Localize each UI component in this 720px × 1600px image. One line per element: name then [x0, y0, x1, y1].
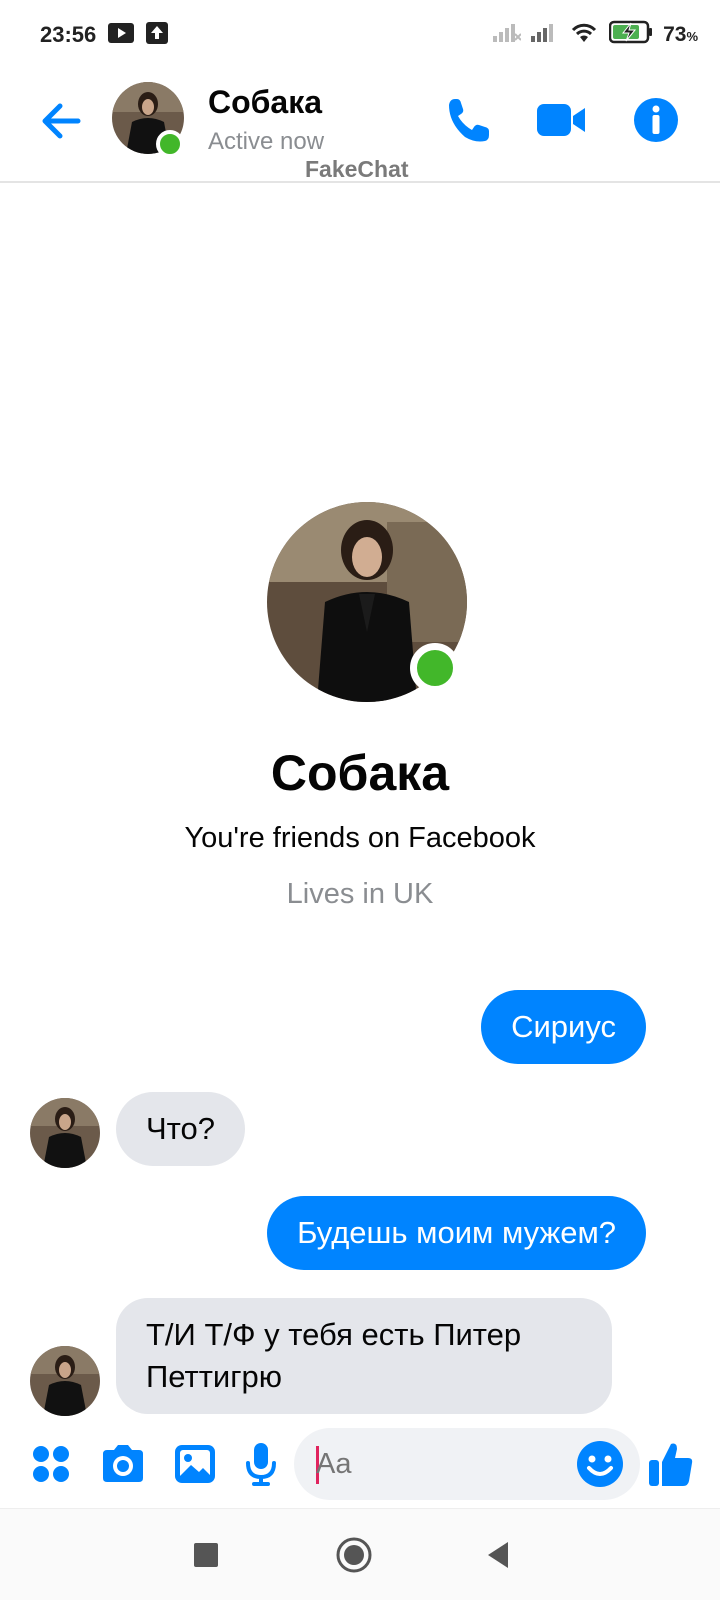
contact-name[interactable]: Собака [208, 84, 322, 121]
message-incoming[interactable]: Что? [116, 1092, 245, 1166]
info-icon [634, 98, 678, 142]
smiley-icon [577, 1441, 623, 1487]
conversation-header: Собака Active now FakeChat [0, 70, 720, 183]
triangle-back-icon [488, 1542, 508, 1568]
circle-icon [336, 1537, 372, 1573]
wifi-icon [569, 21, 599, 48]
message-outgoing[interactable]: Сириус [481, 990, 646, 1064]
video-call-button[interactable] [534, 92, 590, 148]
clock: 23:56 [40, 22, 97, 47]
info-button[interactable] [628, 92, 684, 148]
back-button[interactable] [36, 96, 86, 146]
online-indicator [410, 643, 460, 693]
square-icon [194, 1543, 218, 1567]
message-outgoing[interactable]: Будешь моим мужем? [267, 1196, 646, 1270]
avatar[interactable] [30, 1346, 100, 1416]
online-indicator [156, 130, 184, 158]
image-icon [175, 1445, 215, 1483]
back-nav-button[interactable] [476, 1533, 520, 1577]
youtube-icon [108, 22, 134, 49]
recents-button[interactable] [184, 1533, 228, 1577]
avatar[interactable] [30, 1098, 100, 1168]
thumbs-up-icon [649, 1443, 693, 1486]
profile-name: Собака [270, 745, 450, 801]
location-text: Lives in UK [286, 878, 434, 910]
gallery-button[interactable] [170, 1436, 220, 1492]
voice-message-button[interactable] [236, 1436, 286, 1492]
battery-charging-icon [608, 20, 653, 49]
grid-icon [33, 1446, 69, 1482]
emoji-button[interactable] [576, 1440, 624, 1488]
voice-call-button[interactable] [440, 92, 496, 148]
signal-icon [493, 22, 522, 47]
arrow-left-icon [42, 103, 81, 139]
video-camera-icon [537, 104, 585, 136]
battery-level: 73% [663, 22, 698, 46]
presence-status: Active now [208, 128, 325, 155]
signal-icon [531, 22, 559, 47]
upload-icon [146, 22, 168, 49]
message-input-field[interactable] [294, 1428, 640, 1500]
phone-icon [449, 99, 489, 142]
like-button[interactable] [644, 1436, 698, 1492]
microphone-icon [246, 1443, 276, 1486]
camera-icon [103, 1445, 143, 1482]
friends-status: You're friends on Facebook [184, 822, 536, 854]
home-button[interactable] [332, 1533, 376, 1577]
message-incoming[interactable]: Т/И Т/Ф у тебя есть Питер Петтигрю [116, 1298, 612, 1414]
message-input[interactable] [316, 1442, 556, 1486]
more-actions-button[interactable] [26, 1436, 76, 1492]
status-bar: 23:56 73% [0, 0, 720, 70]
message-composer [0, 1420, 720, 1510]
status-icons: 73% [493, 20, 698, 49]
system-nav-bar [0, 1508, 720, 1600]
watermark: FakeChat [305, 156, 409, 182]
camera-button[interactable] [98, 1436, 148, 1492]
